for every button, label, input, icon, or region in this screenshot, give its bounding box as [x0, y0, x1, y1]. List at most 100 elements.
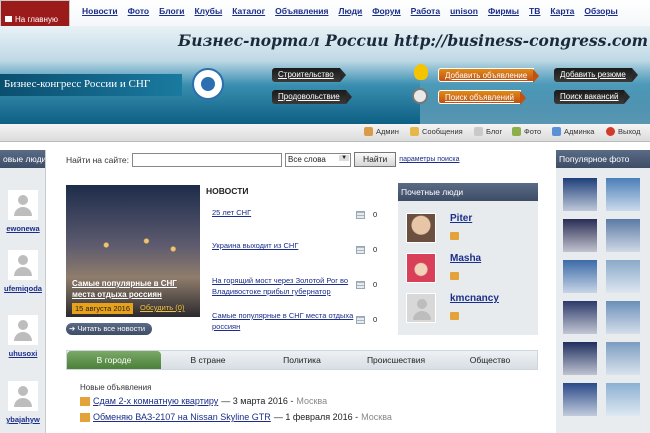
- photo-icon: [512, 127, 521, 136]
- category-link-food[interactable]: Продовольствие: [272, 90, 352, 104]
- comment-count: 0: [356, 315, 377, 324]
- search-ads-button[interactable]: Поиск объявлений: [438, 90, 527, 105]
- featured-news-date: 15 августа 2016: [72, 303, 134, 314]
- honored-people-panel: Почетные люди Piter Masha kmcnancy: [398, 183, 538, 335]
- person-card[interactable]: Piter: [406, 213, 472, 243]
- header-banner: Бизнес-портал России http://business-con…: [0, 26, 650, 124]
- photo-thumbnail[interactable]: [563, 383, 597, 416]
- toolbar-blog[interactable]: Блог: [474, 127, 502, 136]
- nav-item-blogs[interactable]: Блоги: [159, 6, 184, 16]
- person-name[interactable]: Piter: [450, 213, 472, 224]
- folder-icon: [80, 396, 90, 406]
- avatar[interactable]: [8, 250, 38, 280]
- user-name[interactable]: ybajahyw: [0, 415, 46, 424]
- new-people-title: овые люди: [0, 150, 45, 168]
- search-mode-select[interactable]: Все слова: [285, 152, 352, 167]
- user-icon: [364, 127, 373, 136]
- avatar[interactable]: [8, 315, 38, 345]
- nav-item-people[interactable]: Люди: [339, 6, 363, 16]
- nav-item-jobs[interactable]: Работа: [411, 6, 440, 16]
- person-name[interactable]: kmcnancy: [450, 293, 499, 304]
- toolbar-logout[interactable]: Выход: [606, 127, 640, 136]
- search-input[interactable]: [132, 152, 283, 167]
- toolbar-adminpanel[interactable]: Админка: [552, 127, 594, 136]
- avatar[interactable]: [406, 293, 436, 323]
- toolbar-messages[interactable]: Сообщения: [410, 127, 463, 136]
- tab-politics[interactable]: Политика: [255, 351, 349, 369]
- news-link[interactable]: Самые популярные в СНГ места отдыха росс…: [212, 310, 362, 332]
- toolbar-adminpanel-label: Админка: [564, 127, 595, 136]
- nav-item-tv[interactable]: ТВ: [529, 6, 540, 16]
- comment-icon: [356, 315, 365, 324]
- search-label: Найти на сайте:: [66, 154, 130, 165]
- news-link[interactable]: На горящий мост через Золотой Рог во Вла…: [212, 275, 362, 297]
- ad-title[interactable]: Обменяю ВАЗ-2107 на Nissan Skyline GTR: [93, 412, 271, 422]
- featured-news-caption[interactable]: Самые популярные в СНГ места отдыха росс…: [72, 278, 196, 300]
- photo-thumbnail[interactable]: [563, 260, 597, 293]
- search-button[interactable]: Найти: [354, 152, 397, 167]
- photo-thumbnail[interactable]: [563, 301, 597, 334]
- person-card[interactable]: Masha: [406, 253, 481, 283]
- photo-thumbnail[interactable]: [606, 383, 640, 416]
- user-card[interactable]: ewonewa: [0, 190, 46, 233]
- search-params-link[interactable]: параметры поиска: [399, 156, 459, 163]
- news-link[interactable]: Украина выходит из СНГ: [212, 240, 362, 251]
- comment-count: 0: [356, 280, 377, 289]
- user-card[interactable]: ybajahyw: [0, 381, 46, 424]
- avatar[interactable]: [406, 213, 436, 243]
- new-ads-heading: Новые объявления: [80, 383, 152, 392]
- person-name[interactable]: Masha: [450, 253, 481, 264]
- photo-thumbnail[interactable]: [606, 219, 640, 252]
- user-name[interactable]: uhusoxi: [0, 349, 46, 358]
- comment-icon: [356, 210, 365, 219]
- tab-incidents[interactable]: Происшествия: [349, 351, 443, 369]
- add-resume-button[interactable]: Добавить резюме: [554, 68, 638, 82]
- nav-item-ads[interactable]: Объявления: [275, 6, 328, 16]
- tab-in-country[interactable]: В стране: [161, 351, 255, 369]
- photo-thumbnail[interactable]: [563, 178, 597, 211]
- toolbar-admin[interactable]: Админ: [364, 127, 399, 136]
- comment-count-value: 0: [373, 280, 378, 289]
- photo-thumbnail[interactable]: [563, 342, 597, 375]
- read-all-news-button[interactable]: ➔ Читать все новости: [66, 323, 152, 335]
- main-nav: Новости Фото Блоги Клубы Каталог Объявле…: [82, 6, 618, 16]
- tab-society[interactable]: Общество: [443, 351, 537, 369]
- nav-item-forum[interactable]: Форум: [372, 6, 400, 16]
- photo-thumbnail[interactable]: [606, 342, 640, 375]
- person-card[interactable]: kmcnancy: [406, 293, 499, 323]
- featured-news-image[interactable]: Самые популярные в СНГ места отдыха росс…: [66, 185, 200, 317]
- search-jobs-button[interactable]: Поиск вакансий: [554, 90, 632, 104]
- nav-item-reviews[interactable]: Обзоры: [584, 6, 617, 16]
- avatar[interactable]: [8, 190, 38, 220]
- news-link[interactable]: 25 лет СНГ: [212, 207, 362, 218]
- nav-item-photo[interactable]: Фото: [128, 6, 149, 16]
- photo-thumbnail[interactable]: [606, 178, 640, 211]
- discuss-link[interactable]: Обсудить (0): [140, 303, 184, 312]
- photo-thumbnail[interactable]: [606, 301, 640, 334]
- nav-item-map[interactable]: Карта: [550, 6, 574, 16]
- nav-item-catalog[interactable]: Каталог: [232, 6, 265, 16]
- nav-item-news[interactable]: Новости: [82, 6, 118, 16]
- rank-badge-icon: [450, 312, 459, 320]
- avatar[interactable]: [406, 253, 436, 283]
- user-card[interactable]: uhusoxi: [0, 315, 46, 358]
- user-name[interactable]: ufemiqoda: [0, 284, 46, 293]
- photo-thumbnail[interactable]: [563, 219, 597, 252]
- comment-count: 0: [356, 245, 377, 254]
- nav-item-unison[interactable]: unison: [450, 6, 478, 16]
- avatar[interactable]: [8, 381, 38, 411]
- ad-item: Сдам 2-х комнатную квартиру — 3 марта 20…: [80, 396, 327, 406]
- category-link-construction[interactable]: Строительство: [272, 68, 346, 82]
- ad-date: — 3 марта 2016 -: [221, 396, 294, 406]
- tab-in-city[interactable]: В городе: [67, 351, 161, 369]
- photo-thumbnail[interactable]: [606, 260, 640, 293]
- user-card[interactable]: ufemiqoda: [0, 250, 46, 293]
- nav-item-firms[interactable]: Фирмы: [488, 6, 519, 16]
- toolbar-photo[interactable]: Фото: [512, 127, 541, 136]
- add-ad-button[interactable]: Добавить объявление: [438, 68, 540, 83]
- ad-title[interactable]: Сдам 2-х комнатную квартиру: [93, 396, 218, 406]
- search-mode-value: Все слова: [288, 154, 326, 164]
- nav-item-clubs[interactable]: Клубы: [194, 6, 222, 16]
- user-name[interactable]: ewonewa: [0, 224, 46, 233]
- popular-photos-sidebar: Популярное фото: [556, 150, 650, 433]
